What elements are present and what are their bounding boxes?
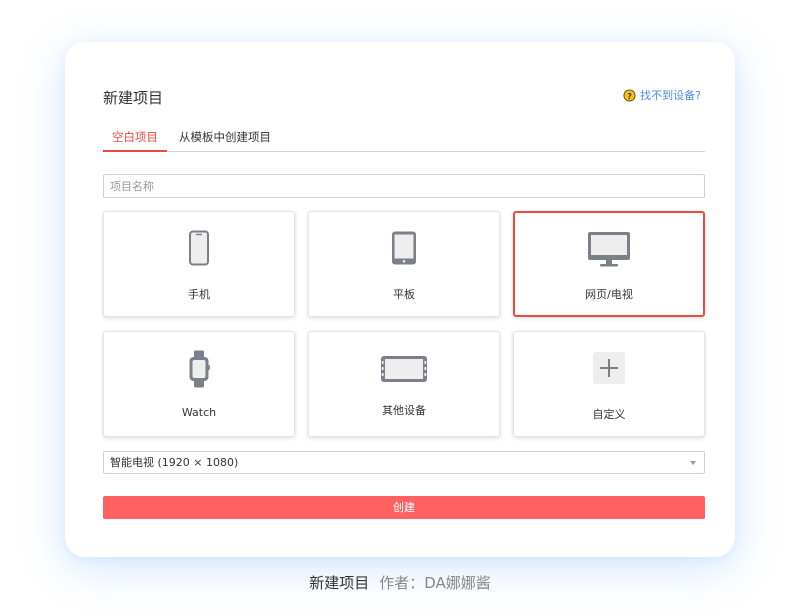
help-icon: ?: [623, 88, 636, 102]
watch-icon: [189, 350, 210, 388]
device-label: 其他设备: [382, 404, 426, 417]
new-project-dialog: 新建项目 ? 找不到设备? 空白项目 从模板中创建项目 手机 平: [65, 42, 735, 557]
chevron-down-icon: [690, 461, 696, 465]
project-name-input[interactable]: [103, 174, 705, 198]
help-link-label: 找不到设备?: [640, 89, 701, 102]
caption-author: 作者：DA娜娜酱: [379, 574, 491, 592]
caption-title: 新建项目: [309, 574, 370, 592]
device-card-phone[interactable]: 手机: [103, 211, 295, 317]
resolution-select-value: 智能电视 (1920 × 1080): [110, 456, 239, 469]
device-card-custom[interactable]: 自定义: [513, 331, 705, 437]
device-label: 自定义: [592, 408, 626, 421]
tab-from-template[interactable]: 从模板中创建项目: [179, 129, 271, 152]
plus-icon: [593, 352, 625, 384]
other-device-icon: [381, 356, 427, 382]
device-label: 网页/电视: [585, 288, 633, 301]
device-label: Watch: [181, 406, 217, 419]
device-card-other[interactable]: 其他设备: [308, 331, 500, 437]
svg-text:?: ?: [627, 90, 632, 100]
tab-blank-project[interactable]: 空白项目: [103, 129, 167, 152]
image-caption: 新建项目 作者：DA娜娜酱: [0, 572, 800, 593]
monitor-icon: [588, 232, 630, 267]
device-card-watch[interactable]: Watch: [103, 331, 295, 437]
phone-icon: [189, 230, 209, 266]
device-label: 平板: [393, 288, 415, 301]
project-tabs: 空白项目 从模板中创建项目: [103, 129, 705, 152]
device-card-tablet[interactable]: 平板: [308, 211, 500, 317]
dialog-title: 新建项目: [103, 89, 164, 107]
resolution-select[interactable]: 智能电视 (1920 × 1080): [103, 451, 705, 474]
device-card-web-tv[interactable]: 网页/电视: [513, 211, 705, 317]
cannot-find-device-link[interactable]: ? 找不到设备?: [623, 87, 701, 103]
tablet-icon: [392, 231, 416, 265]
device-label: 手机: [188, 288, 210, 301]
create-button[interactable]: 创建: [103, 496, 705, 519]
